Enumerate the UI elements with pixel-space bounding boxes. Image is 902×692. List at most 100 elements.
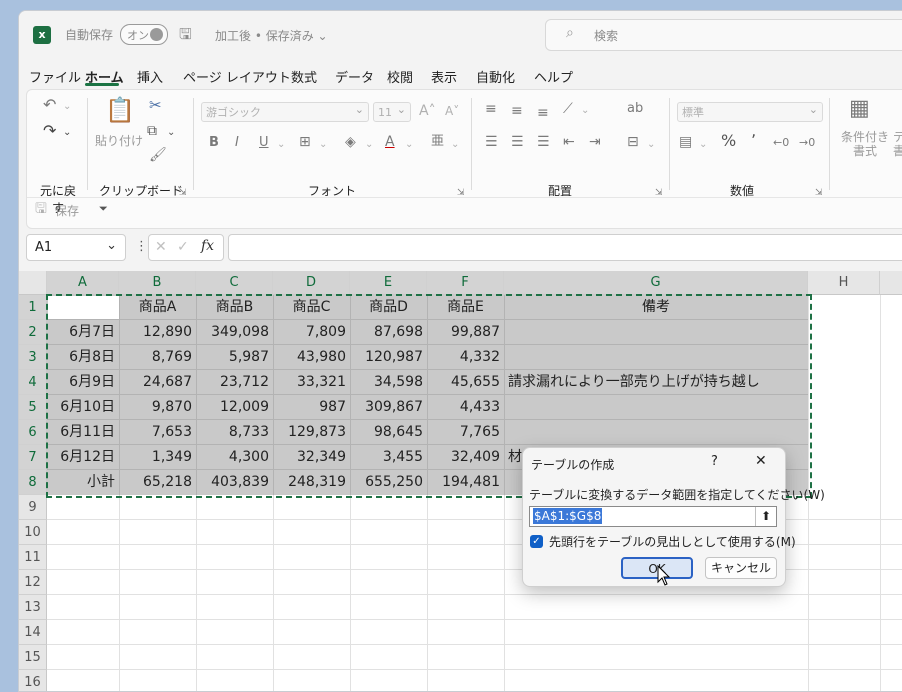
comma-style-icon[interactable]: ʼ	[751, 133, 756, 149]
font-size-combo[interactable]: 11	[373, 100, 411, 122]
font-grow-icon[interactable]: A˄	[419, 104, 436, 118]
format-painter-icon[interactable]: 🖌	[149, 148, 167, 162]
undo-icon[interactable]: ↶	[43, 97, 56, 113]
tab-insert[interactable]: 挿入	[137, 67, 163, 86]
chevron-down-icon[interactable]: ⌄	[63, 100, 71, 114]
document-title[interactable]: 加工後 • 保存済み ⌄	[215, 27, 328, 44]
column-header-b[interactable]: B	[119, 271, 196, 295]
align-middle-icon[interactable]: ≡	[511, 104, 523, 118]
save-icon[interactable]: 🖫	[35, 202, 47, 216]
redo-icon[interactable]: ↷	[43, 123, 56, 139]
align-left-icon[interactable]: ☰	[485, 135, 498, 149]
accounting-format-icon[interactable]: ▤	[679, 135, 692, 149]
formula-input[interactable]	[228, 234, 902, 261]
font-name-combo[interactable]: 游ゴシック	[201, 100, 369, 122]
percent-icon[interactable]: %	[721, 133, 736, 149]
autosave-toggle[interactable]: オン	[120, 24, 168, 45]
column-header-c[interactable]: C	[196, 271, 273, 295]
tab-formulas[interactable]: 数式	[291, 67, 317, 86]
wrap-text-icon[interactable]: ab	[627, 102, 643, 116]
row-header[interactable]: 4	[19, 370, 47, 395]
row-header[interactable]: 10	[19, 520, 47, 545]
align-top-icon[interactable]: ≡	[485, 102, 497, 116]
tab-file[interactable]: ファイル	[29, 67, 81, 86]
underline-button[interactable]: U	[259, 136, 269, 150]
chevron-down-icon[interactable]: ⌄	[167, 126, 175, 140]
column-header-f[interactable]: F	[427, 271, 504, 295]
table-format-label[interactable]: テ 書	[893, 130, 902, 158]
row-header[interactable]: 5	[19, 395, 47, 420]
conditional-format-icon[interactable]: ▦	[849, 98, 870, 120]
column-header-a[interactable]: A	[47, 271, 119, 295]
row-header[interactable]: 1	[19, 295, 47, 320]
increase-indent-icon[interactable]: ⇥	[589, 135, 601, 149]
row-header[interactable]: 8	[19, 470, 47, 495]
row-header[interactable]: 11	[19, 545, 47, 570]
font-shrink-icon[interactable]: A˅	[445, 104, 459, 118]
decrease-decimal-icon[interactable]: →0	[799, 136, 815, 150]
cut-icon[interactable]: ✂	[149, 98, 162, 113]
chevron-down-icon[interactable]: ⌄	[581, 104, 589, 118]
row-header[interactable]: 3	[19, 345, 47, 370]
tab-view[interactable]: 表示	[431, 67, 457, 86]
more-icon[interactable]: ⋮	[135, 239, 148, 254]
column-header-g[interactable]: G	[504, 271, 808, 295]
row-header[interactable]: 15	[19, 645, 47, 670]
align-center-icon[interactable]: ☰	[511, 135, 524, 149]
qat-customize-icon[interactable]: ⏷	[99, 202, 108, 216]
paste-icon[interactable]: 📋	[105, 98, 135, 122]
chevron-down-icon[interactable]: ⌄	[699, 138, 707, 152]
chevron-down-icon[interactable]: ⌄	[451, 138, 459, 152]
fill-color-icon[interactable]: ◈	[345, 135, 356, 149]
row-header[interactable]: 12	[19, 570, 47, 595]
header-checkbox[interactable]: ✓	[530, 535, 543, 548]
row-header[interactable]: 6	[19, 420, 47, 445]
insert-function-icon[interactable]: fx	[201, 238, 214, 254]
chevron-down-icon[interactable]: ⌄	[405, 138, 413, 152]
phonetic-icon[interactable]: 亜	[431, 135, 444, 149]
select-all-corner[interactable]	[19, 271, 47, 295]
save-icon[interactable]: 🖫	[179, 24, 192, 49]
cancel-button[interactable]: キャンセル	[705, 557, 777, 579]
name-box[interactable]: A1 ⌄	[26, 234, 126, 261]
row-header[interactable]: 2	[19, 320, 47, 345]
chevron-down-icon[interactable]: ⌄	[63, 126, 71, 140]
column-header-d[interactable]: D	[273, 271, 350, 295]
row-header[interactable]: 14	[19, 620, 47, 645]
column-header-e[interactable]: E	[350, 271, 427, 295]
close-icon[interactable]: ✕	[755, 453, 767, 469]
row-header[interactable]: 13	[19, 595, 47, 620]
tab-data[interactable]: データ	[335, 67, 374, 86]
italic-button[interactable]: I	[235, 136, 239, 150]
help-icon[interactable]: ?	[711, 454, 718, 469]
range-input[interactable]: $A$1:$G$8 ⬆	[529, 506, 777, 527]
chevron-down-icon[interactable]: ⌄	[647, 138, 655, 152]
decrease-indent-icon[interactable]: ⇤	[563, 135, 575, 149]
collapse-dialog-icon[interactable]: ⬆	[755, 507, 776, 526]
increase-decimal-icon[interactable]: ←0	[773, 136, 789, 150]
tab-page-layout[interactable]: ページ レイアウト	[183, 67, 291, 86]
column-header-h[interactable]: H	[808, 271, 880, 295]
row-header[interactable]: 9	[19, 495, 47, 520]
tab-automate[interactable]: 自動化	[476, 67, 515, 86]
number-format-combo[interactable]: 標準	[677, 100, 823, 122]
font-color-icon[interactable]: A	[385, 135, 395, 149]
conditional-format-label[interactable]: 条件付き 書式	[839, 130, 891, 158]
tab-help[interactable]: ヘルプ	[534, 67, 573, 86]
borders-icon[interactable]: ⊞	[299, 135, 311, 149]
align-right-icon[interactable]: ☰	[537, 135, 550, 149]
row-header[interactable]: 7	[19, 445, 47, 470]
orientation-icon[interactable]: ⟋	[563, 102, 573, 116]
tab-review[interactable]: 校閲	[387, 67, 413, 86]
bold-button[interactable]: B	[209, 136, 219, 150]
chevron-down-icon[interactable]: ⌄	[277, 138, 285, 152]
header-checkbox-label[interactable]: 先頭行をテーブルの見出しとして使用する(M)	[549, 533, 796, 550]
check-icon[interactable]: ✓	[177, 239, 189, 255]
copy-icon[interactable]: ⧉	[147, 124, 157, 138]
search-box[interactable]: ⌕ 検索	[545, 19, 902, 51]
row-header[interactable]: 16	[19, 670, 47, 691]
chevron-down-icon[interactable]: ⌄	[365, 138, 373, 152]
cancel-icon[interactable]: ✕	[155, 239, 167, 255]
paste-label[interactable]: 貼り付け	[95, 132, 143, 149]
chevron-down-icon[interactable]: ⌄	[319, 138, 327, 152]
